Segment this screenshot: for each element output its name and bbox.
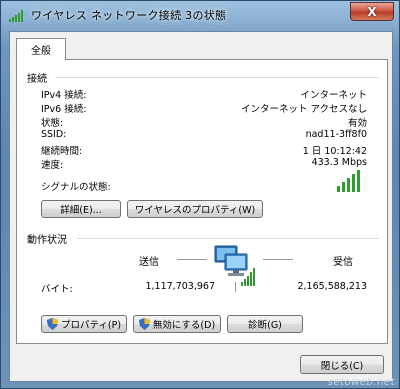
tab-general[interactable]: 全般 [16,38,66,60]
signal-bar [337,186,340,192]
bytes-label: バイト: [41,284,73,295]
connection-divider [55,77,379,78]
sent-bytes-value: 1,117,703,967 [145,281,215,292]
activity-divider [77,238,379,239]
ssid-label: SSID: [41,129,67,140]
ipv4-value: インターネット [300,90,367,101]
close-button-label: 閉じる(C) [320,360,364,372]
uac-shield-icon [46,318,58,330]
window-title: ワイヤレス ネットワーク接続 3の状態 [31,9,227,22]
disable-button[interactable]: 無効にする(D) [133,315,221,333]
ipv4-label: IPv4 接続: [41,90,87,101]
wireless-properties-button[interactable]: ワイヤレスのプロパティ(W) [127,200,263,218]
close-icon: X [367,4,377,19]
received-label: 受信 [333,257,353,268]
close-window-button[interactable]: X [350,2,394,21]
signal-label: シグナルの状態: [41,182,111,193]
speed-value: 433.3 Mbps [311,157,367,168]
signal-strength-icon [337,170,360,192]
wireless-signal-icon [9,10,23,22]
details-button-label: 詳細(E)... [60,205,102,216]
wireless-properties-label: ワイヤレスのプロパティ(W) [134,205,256,216]
close-button[interactable]: 閉じる(C) [300,355,384,374]
ipv6-label: IPv6 接続: [41,104,87,115]
tab-general-label: 全般 [31,46,51,57]
signal-bar [342,182,345,192]
properties-button[interactable]: プロパティ(P) [41,315,127,333]
window-frame: ワイヤレス ネットワーク接続 3の状態 X 全般 接続 IPv4 接続: インタ… [0,0,400,389]
status-value: 有効 [347,118,367,129]
duration-value: 1 日 10:12:42 [302,146,367,157]
uac-shield-icon [138,318,150,330]
signal-bar [357,170,360,192]
duration-label: 継続時間: [41,146,83,157]
sent-connector-line [177,259,207,260]
status-label: 状態: [41,118,64,129]
received-bytes-value: 2,165,588,213 [297,281,367,292]
diagnose-button[interactable]: 診断(G) [227,315,303,333]
details-button[interactable]: 詳細(E)... [41,200,121,218]
title-bar[interactable]: ワイヤレス ネットワーク接続 3の状態 X [1,1,400,29]
signal-bar [347,178,350,192]
signal-bar [352,174,355,192]
diagnose-button-label: 診断(G) [248,320,282,331]
activity-heading: 動作状況 [27,231,71,246]
connection-heading: 接続 [27,70,51,85]
received-connector-line [263,259,293,260]
dialog-client: 全般 接続 IPv4 接続: インターネット IPv6 接続: インターネット … [9,31,393,382]
ipv6-value: インターネット アクセスなし [240,104,367,115]
watermark-text: setoweb.net [327,377,395,388]
speed-label: 速度: [41,160,64,171]
sent-label: 送信 [139,257,159,268]
disable-button-label: 無効にする(D) [152,320,216,331]
properties-button-label: プロパティ(P) [60,320,122,331]
network-computers-icon [214,245,255,286]
general-panel: 接続 IPv4 接続: インターネット IPv6 接続: インターネット アクセ… [16,59,388,344]
activity-tick [235,282,236,292]
ssid-value: nad11-3ff8f0 [305,129,367,140]
